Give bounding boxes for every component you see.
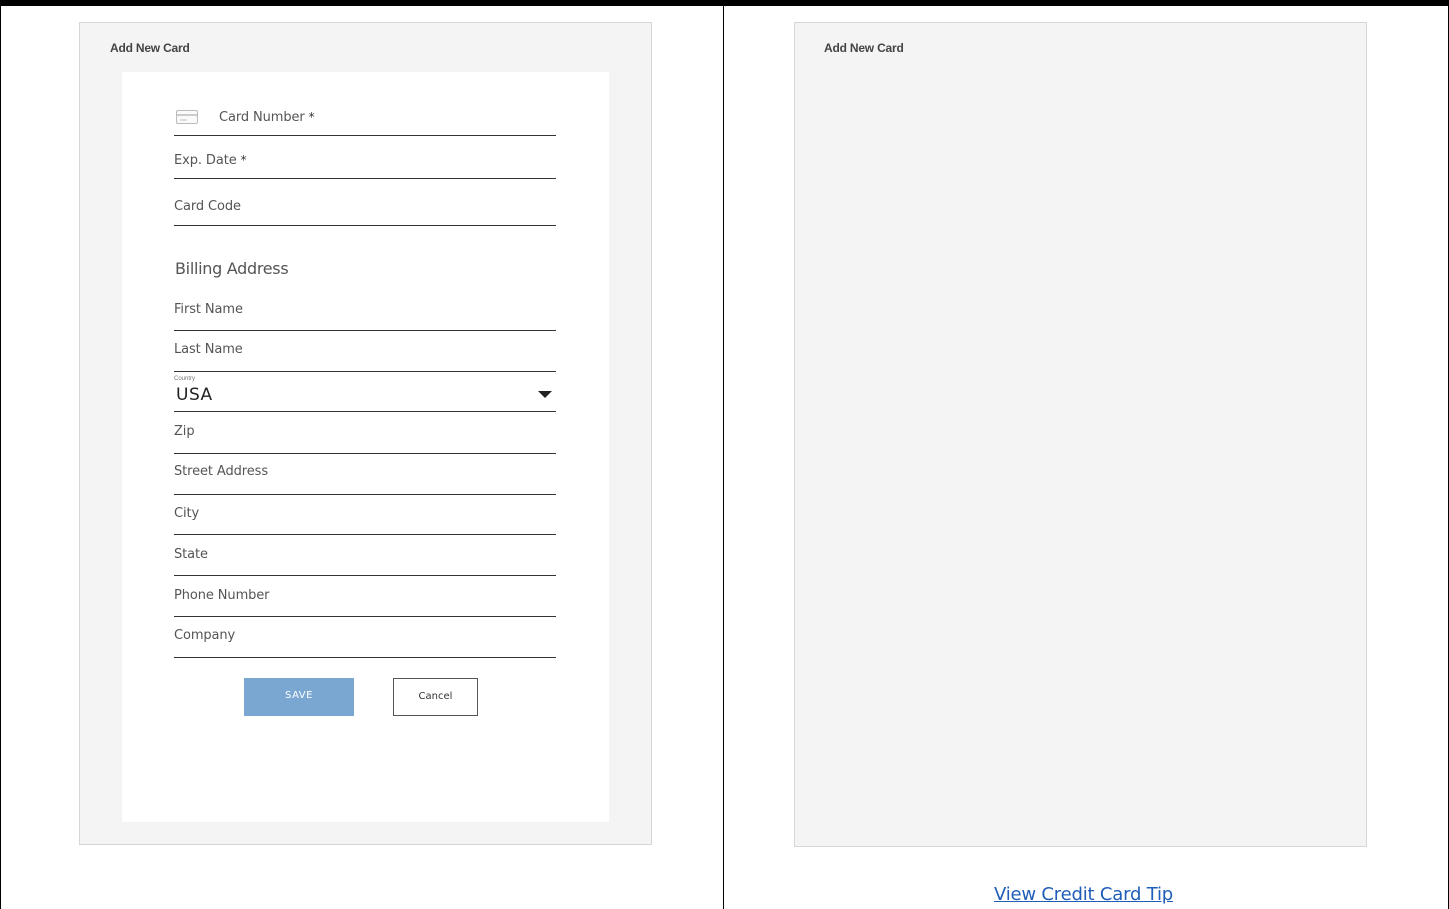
billing-address-title: Billing Address (175, 259, 289, 278)
zip-label: Zip (174, 424, 195, 439)
left-column: Add New Card Card Number * Exp. Date * Car… (0, 6, 724, 909)
card-code-field[interactable]: Card Code (174, 196, 556, 226)
street-address-field[interactable]: Street Address (174, 462, 556, 495)
exp-date-field[interactable]: Exp. Date * (174, 150, 556, 179)
first-name-label: First Name (174, 302, 243, 317)
card-number-label: Card Number (219, 110, 305, 125)
card-number-field[interactable]: Card Number * (174, 108, 556, 136)
add-card-panel-left: Add New Card Card Number * Exp. Date * Car… (79, 22, 652, 845)
zip-field[interactable]: Zip (174, 422, 556, 454)
country-select[interactable]: Country USA (174, 372, 556, 412)
card-form: Card Number * Exp. Date * Card Code Billin… (122, 72, 609, 822)
street-address-label: Street Address (174, 464, 269, 479)
first-name-field[interactable]: First Name (174, 300, 556, 331)
last-name-label: Last Name (174, 342, 243, 357)
panel-title: Add New Card (110, 41, 190, 55)
cancel-button[interactable]: Cancel (393, 678, 478, 716)
state-label: State (174, 547, 208, 562)
exp-date-label: Exp. Date (174, 153, 237, 168)
view-credit-card-tip-link[interactable]: View Credit Card Tip (994, 884, 1173, 905)
company-label: Company (174, 628, 236, 643)
company-field[interactable]: Company (174, 626, 556, 658)
phone-number-label: Phone Number (174, 588, 270, 603)
city-field[interactable]: City (174, 504, 556, 535)
required-mark: * (240, 153, 247, 167)
country-value: USA (176, 385, 213, 405)
card-code-label: Card Code (174, 199, 241, 214)
phone-number-field[interactable]: Phone Number (174, 585, 556, 617)
credit-card-icon (176, 110, 198, 124)
chevron-down-icon[interactable] (538, 391, 552, 398)
state-field[interactable]: State (174, 544, 556, 576)
panel-title: Add New Card (824, 41, 904, 55)
save-button[interactable]: SAVE (244, 678, 354, 716)
required-mark: * (308, 110, 315, 124)
city-label: City (174, 506, 200, 521)
last-name-field[interactable]: Last Name (174, 340, 556, 372)
country-label: Country (174, 376, 196, 382)
right-column: Add New Card View Credit Card Tip (724, 6, 1449, 909)
add-card-panel-right: Add New Card (794, 22, 1367, 847)
